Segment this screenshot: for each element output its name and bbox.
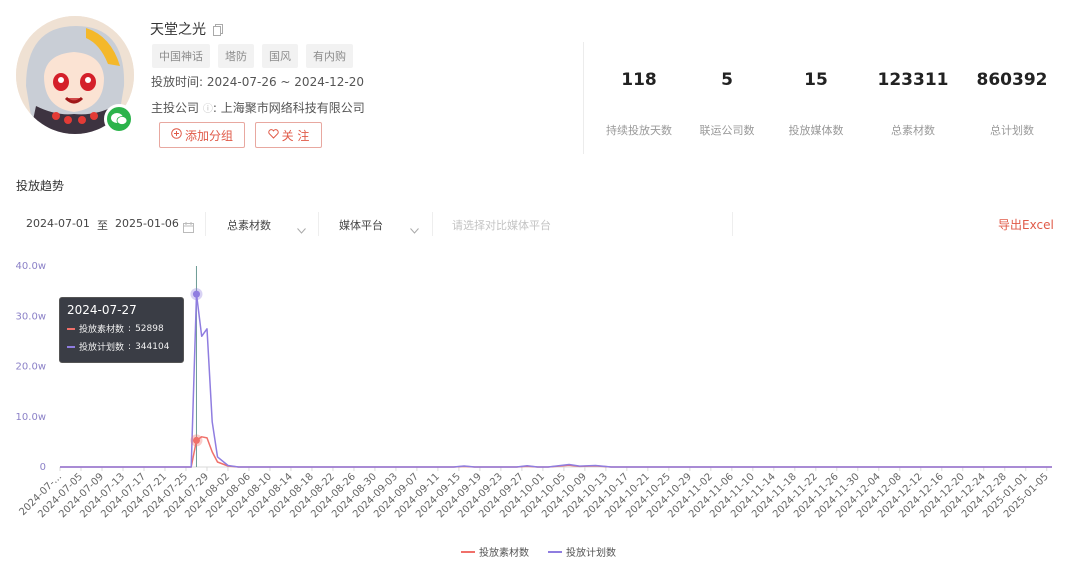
tag: 中国神话 [152,44,210,68]
main-company-label: 主投公司 [151,101,200,115]
add-group-button[interactable]: 添加分组 [159,122,245,148]
tag: 国风 [262,44,298,68]
main-company-value: 上海聚市网络科技有限公司 [220,101,365,115]
heart-icon [267,128,279,142]
divider [432,212,433,236]
hover-point[interactable] [192,436,200,444]
chevron-down-icon[interactable] [410,219,419,238]
stat-value: 15 [804,70,828,90]
legend-item-material[interactable]: 投放素材数 [461,544,529,559]
tooltip-value: 52898 [135,323,164,334]
tooltip-value: 344104 [135,341,170,352]
start-date-input[interactable]: 2024-07-01 [26,217,90,230]
main-company: 主投公司 ⓘ: 上海聚市网络科技有限公司 [151,99,365,116]
copy-icon[interactable] [213,21,223,40]
wechat-icon [104,104,134,134]
main-company-colon: : [212,101,217,115]
chevron-down-icon[interactable] [297,219,306,238]
y-tick-label: 40.0w [16,261,46,272]
plus-circle-icon [171,128,182,142]
stat-value: 123311 [877,70,949,90]
legend-label: 投放素材数 [479,548,529,559]
delivery-period-value: 2024-07-26 ~ 2024-12-20 [206,75,365,89]
legend-swatch [461,550,475,553]
tag: 塔防 [218,44,254,68]
y-tick-label: 30.0w [16,311,46,322]
add-group-label: 添加分组 [184,128,233,143]
y-tick-label: 10.0w [16,412,46,423]
divider [732,212,733,236]
tooltip-row-material: 投放素材数: 52898 [67,322,176,335]
y-tick-label: 0 [40,462,46,473]
compare-platform-input[interactable]: 请选择对比媒体平台 [452,217,551,233]
end-date-input[interactable]: 2025-01-06 [115,217,179,230]
delivery-period-label: 投放时间: [151,75,204,89]
divider [318,212,319,236]
chart-legend: 投放素材数 投放计划数 [0,544,1080,559]
legend-swatch [67,345,75,348]
metric-select[interactable]: 总素材数 [227,217,271,233]
follow-label: 关 注 [281,128,310,143]
series-line-material [60,436,1052,468]
tag: 有内购 [306,44,353,68]
stat-value: 860392 [976,70,1048,90]
stat-label: 总素材数 [891,124,935,137]
calendar-icon[interactable] [183,218,194,237]
tooltip-date: 2024-07-27 [67,303,137,317]
stat-label: 总计划数 [990,124,1034,137]
date-range-separator: 至 [97,219,108,232]
section-title: 投放趋势 [16,179,65,193]
delivery-period: 投放时间: 2024-07-26 ~ 2024-12-20 [151,73,364,90]
legend-item-plan[interactable]: 投放计划数 [548,544,616,559]
y-tick-label: 20.0w [16,362,46,373]
platform-select[interactable]: 媒体平台 [339,217,383,233]
info-icon[interactable]: ⓘ [203,104,213,115]
export-excel-button[interactable]: 导出Excel [998,216,1054,233]
hover-point[interactable] [192,290,200,298]
follow-button[interactable]: 关 注 [255,122,322,148]
legend-swatch [548,550,562,553]
stat-label: 投放媒体数 [788,124,844,137]
filter-bar: 2024-07-01 至 2025-01-06 总素材数 媒体平台 请选择对比媒… [0,208,1080,240]
app-tags: 中国神话 塔防 国风 有内购 [152,44,353,68]
divider [205,212,206,236]
legend-swatch [67,327,75,330]
legend-label: 投放计划数 [566,548,616,559]
app-name: 天堂之光 [150,22,206,38]
tooltip-label: 投放计划数 [79,343,125,353]
tooltip-label: 投放素材数 [79,325,125,335]
tooltip-row-plan: 投放计划数: 344104 [67,340,176,353]
chart-tooltip: 2024-07-27 投放素材数: 52898 投放计划数: 344104 [59,297,184,363]
